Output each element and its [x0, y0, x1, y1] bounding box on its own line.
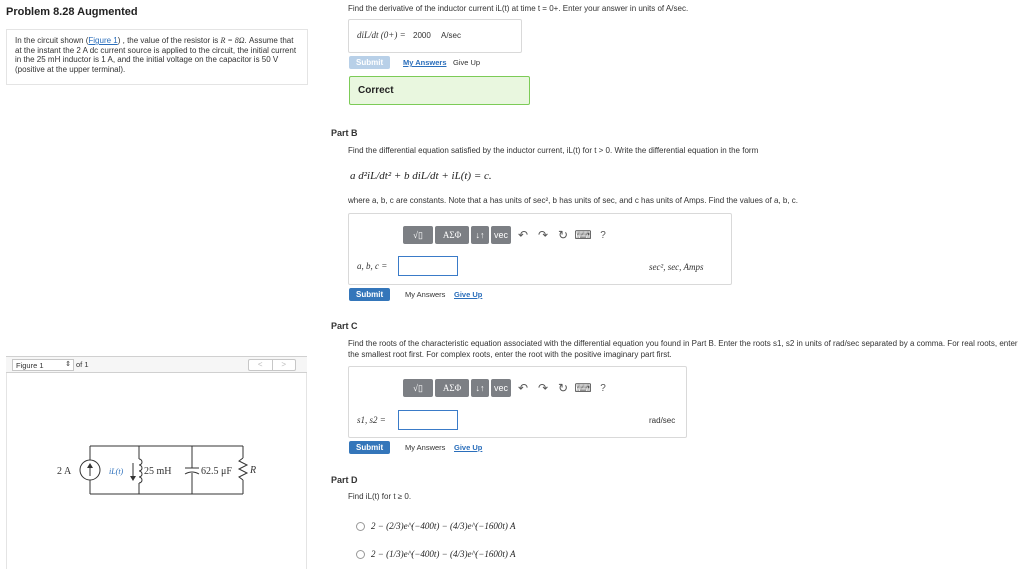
figure-select-label: Figure 1 [16, 361, 44, 370]
partC-submit-button[interactable]: Submit [349, 441, 391, 454]
radio-icon[interactable] [356, 521, 365, 531]
figure-select[interactable]: Figure 1 ⇕ [12, 359, 74, 371]
resistor-label: R [249, 465, 256, 476]
partA-submit-button[interactable]: Submit [349, 56, 391, 69]
partB-equation: a d²iL/dt² + b diL/dt + iL(t) = c. [350, 170, 492, 182]
resistor-symbol [237, 457, 249, 481]
vec-button[interactable]: vec [491, 379, 511, 397]
partC-title: Part C [331, 321, 358, 331]
current-arrow-icon [130, 476, 136, 481]
intro-text-2: ) , the value of the resistor is [117, 36, 221, 45]
partB-input-label: a, b, c = [357, 261, 388, 271]
partB-submit-button[interactable]: Submit [349, 288, 391, 301]
partC-units: rad/sec [649, 416, 676, 425]
partA-answer-value: 2000 [413, 31, 431, 40]
partC-question: Find the roots of the characteristic equ… [348, 339, 1018, 359]
figure-pager: < > [248, 359, 296, 371]
partA-answer-box: diL/dt (0+) = 2000 A/sec [348, 19, 522, 53]
figure-bar: Figure 1 ⇕ of 1 < > [6, 356, 307, 373]
greek-button[interactable]: ΑΣΦ [435, 379, 469, 397]
partB-note: where a, b, c are constants. Note that a… [348, 196, 799, 205]
partA-question: Find the derivative of the inductor curr… [348, 4, 689, 13]
partC-input-label: s1, s2 = [357, 415, 386, 425]
partA-correct-banner: Correct [349, 76, 530, 105]
figure-link[interactable]: Figure 1 [88, 36, 117, 45]
partA-answer-unit: A/sec [441, 31, 462, 40]
partC-answer-box: √▯ ΑΣΦ ↓↑ vec ↶ ↷ ↻ ⌨ ? s1, s2 = rad/sec [348, 366, 687, 438]
partD-option-2-label: 2 − (1/3)e^(−400t) − (4/3)e^(−1600t) A [371, 549, 516, 559]
vec-button[interactable]: vec [491, 226, 511, 244]
redo-icon[interactable]: ↷ [533, 379, 553, 397]
inductor-label: 25 mH [144, 466, 172, 477]
resistor-value: R = 8Ω [220, 36, 245, 45]
partB-title: Part B [331, 128, 358, 138]
capacitor-label: 62.5 μF [201, 466, 232, 477]
radio-icon[interactable] [356, 549, 365, 559]
partD-question: Find iL(t) for t ≥ 0. [348, 492, 412, 501]
partB-answer-input[interactable] [398, 256, 458, 276]
templates-button[interactable]: √▯ [403, 226, 433, 244]
partA-give-up-link[interactable]: Give Up [453, 58, 480, 67]
partA-answer-lhs: diL/dt (0+) = [357, 30, 406, 40]
figure-next-button[interactable]: > [273, 360, 296, 370]
partB-answer-box: √▯ ΑΣΦ ↓↑ vec ↶ ↷ ↻ ⌨ ? a, b, c = sec², … [348, 213, 732, 285]
partB-give-up-link[interactable]: Give Up [454, 290, 482, 299]
partD-option-2[interactable]: 2 − (1/3)e^(−400t) − (4/3)e^(−1600t) A [356, 549, 515, 559]
partD-title: Part D [331, 475, 358, 485]
updown-chevron-icon: ⇕ [65, 361, 71, 368]
source-arrow-icon [87, 463, 93, 468]
keyboard-icon[interactable]: ⌨ [573, 379, 593, 397]
redo-icon[interactable]: ↷ [533, 226, 553, 244]
partB-question: Find the differential equation satisfied… [348, 146, 759, 155]
partB-units: sec², sec, Amps [649, 262, 704, 272]
greek-button[interactable]: ΑΣΦ [435, 226, 469, 244]
problem-intro: In the circuit shown (Figure 1) , the va… [6, 29, 308, 85]
reset-icon[interactable]: ↻ [553, 379, 573, 397]
partB-math-toolbar: √▯ ΑΣΦ ↓↑ vec ↶ ↷ ↻ ⌨ ? [403, 226, 613, 244]
figure-prev-button[interactable]: < [249, 360, 273, 370]
help-button[interactable]: ? [593, 379, 613, 397]
inductor-current-label: iL(t) [109, 467, 124, 476]
circuit-diagram: 2 A iL(t) 25 mH 62.5 μF R [57, 445, 256, 495]
keyboard-icon[interactable]: ⌨ [573, 226, 593, 244]
arrows-button[interactable]: ↓↑ [471, 226, 489, 244]
inductor-symbol [138, 458, 143, 484]
reset-icon[interactable]: ↻ [553, 226, 573, 244]
figure-count: of 1 [76, 360, 89, 369]
intro-text-1: In the circuit shown ( [15, 36, 89, 45]
partC-answer-input[interactable] [398, 410, 458, 430]
partC-my-answers-link[interactable]: My Answers [405, 443, 445, 452]
figure-panel: 2 A iL(t) 25 mH 62.5 μF R [6, 373, 307, 569]
partC-math-toolbar: √▯ ΑΣΦ ↓↑ vec ↶ ↷ ↻ ⌨ ? [403, 379, 613, 397]
undo-icon[interactable]: ↶ [513, 226, 533, 244]
partD-option-1-label: 2 − (2/3)e^(−400t) − (4/3)e^(−1600t) A [371, 521, 516, 531]
partC-give-up-link[interactable]: Give Up [454, 443, 482, 452]
problem-title: Problem 8.28 Augmented [6, 6, 138, 18]
templates-button[interactable]: √▯ [403, 379, 433, 397]
source-label: 2 A [57, 466, 72, 477]
partD-option-1[interactable]: 2 − (2/3)e^(−400t) − (4/3)e^(−1600t) A [356, 521, 515, 531]
help-button[interactable]: ? [593, 226, 613, 244]
undo-icon[interactable]: ↶ [513, 379, 533, 397]
partA-my-answers-link[interactable]: My Answers [403, 58, 447, 67]
partB-my-answers-link[interactable]: My Answers [405, 290, 445, 299]
arrows-button[interactable]: ↓↑ [471, 379, 489, 397]
